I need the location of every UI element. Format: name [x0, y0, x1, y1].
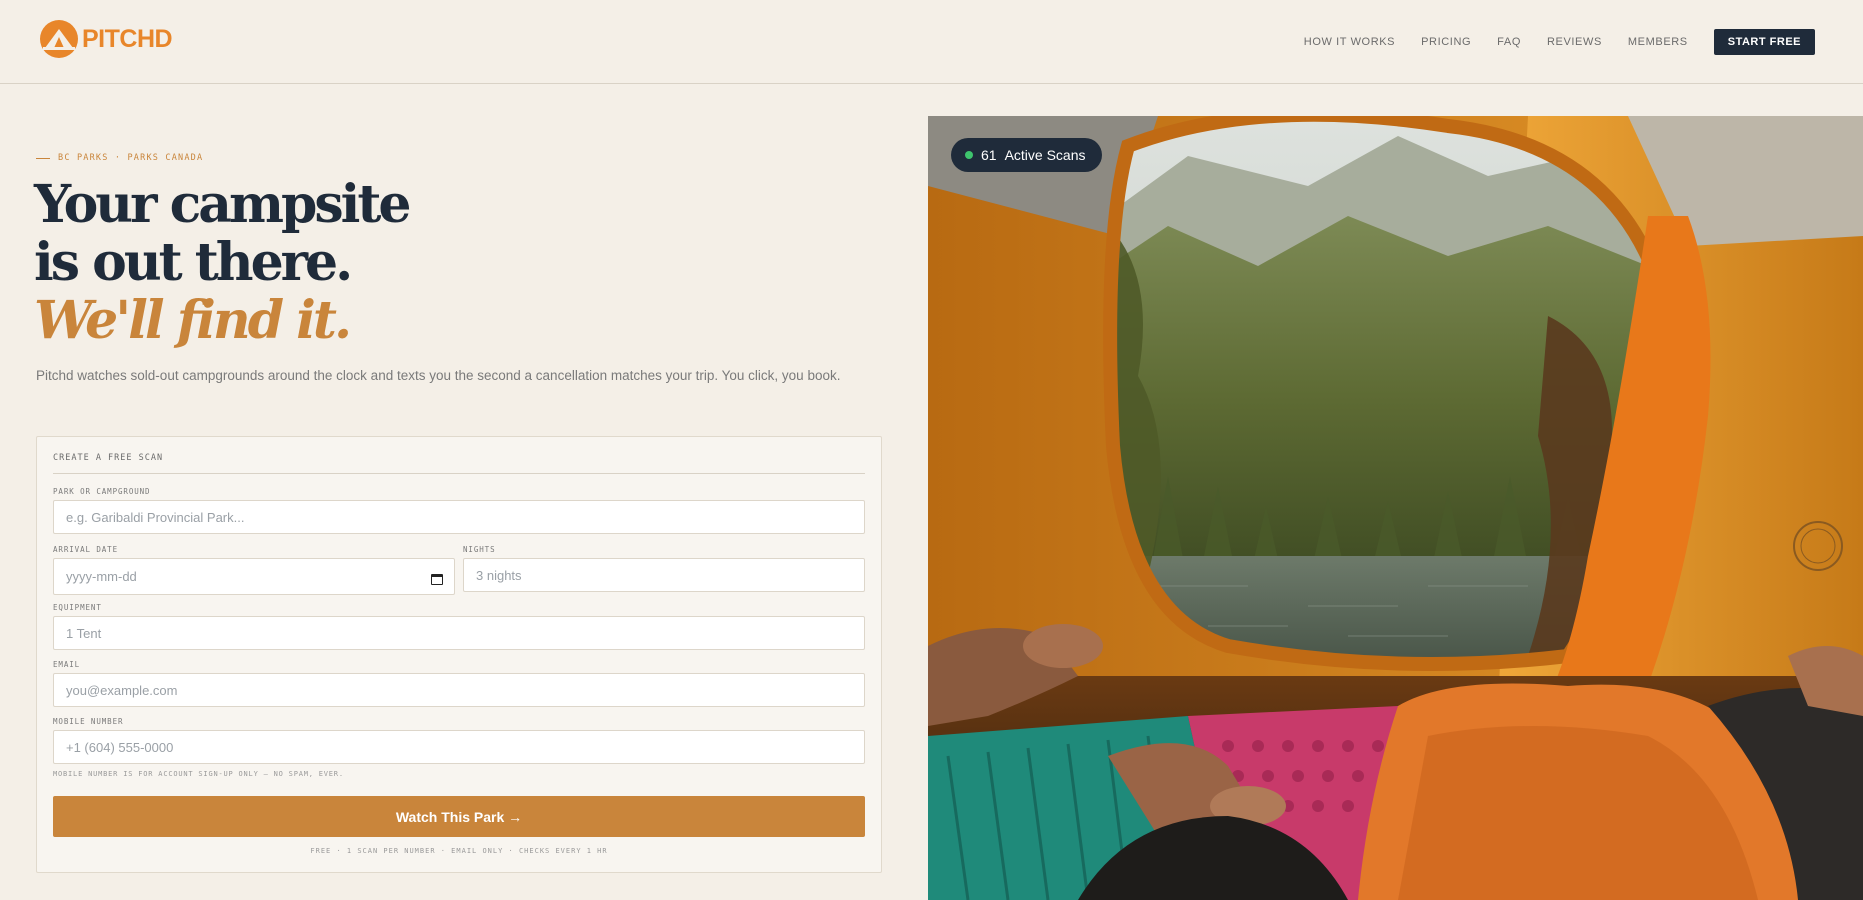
- arrival-field: ARRIVAL DATE: [53, 545, 455, 595]
- arrival-label: ARRIVAL DATE: [53, 545, 118, 554]
- mobile-input[interactable]: [53, 730, 865, 764]
- arrival-date-wrapper: [53, 558, 455, 595]
- park-label: PARK OR CAMPGROUND: [53, 487, 151, 496]
- mobile-label: MOBILE NUMBER: [53, 717, 124, 726]
- form-footnote: FREE · 1 SCAN PER NUMBER · EMAIL ONLY · …: [310, 847, 608, 855]
- form-title: CREATE A FREE SCAN: [53, 453, 865, 474]
- headline-line-1: Your campsite: [34, 174, 411, 235]
- nav-how-it-works[interactable]: HOW IT WORKS: [1304, 36, 1395, 48]
- headline-line-2: is out there.: [34, 232, 353, 293]
- live-status-dot-icon: [965, 151, 973, 159]
- nights-field: NIGHTS: [463, 545, 865, 595]
- active-scans-count: 61: [981, 147, 997, 163]
- park-input[interactable]: [53, 500, 865, 534]
- site-header: PITCHD HOW IT WORKS PRICING FAQ REVIEWS …: [0, 0, 1863, 84]
- nav-members[interactable]: MEMBERS: [1628, 36, 1688, 48]
- tent-view-illustration: [928, 116, 1863, 900]
- mobile-helper-text: MOBILE NUMBER IS FOR ACCOUNT SIGN-UP ONL…: [53, 770, 344, 778]
- watch-park-button[interactable]: Watch This Park →: [53, 796, 865, 837]
- headline-accent: We'll find it.: [34, 290, 352, 351]
- nav-faq[interactable]: FAQ: [1497, 36, 1521, 48]
- trip-row: ARRIVAL DATE NIGHTS: [53, 545, 865, 595]
- eyebrow-rule: [36, 157, 50, 159]
- brand-name: PITCHD: [82, 24, 173, 53]
- email-input[interactable]: [53, 673, 865, 707]
- nav-reviews[interactable]: REVIEWS: [1547, 36, 1602, 48]
- hero-eyebrow: BC PARKS · PARKS CANADA: [36, 153, 203, 163]
- arrival-date-input[interactable]: [53, 558, 455, 595]
- email-label: EMAIL: [53, 660, 81, 669]
- hero-lead: Pitchd watches sold-out campgrounds arou…: [36, 368, 841, 383]
- scan-form: CREATE A FREE SCAN PARK OR CAMPGROUND AR…: [36, 436, 882, 873]
- active-scans-label: Active Scans: [1004, 147, 1086, 163]
- nights-label: NIGHTS: [463, 545, 496, 554]
- calendar-icon[interactable]: [431, 574, 443, 585]
- tent-logo-icon: [40, 20, 78, 58]
- brand-logo[interactable]: PITCHD: [38, 18, 173, 60]
- main-nav: HOW IT WORKS PRICING FAQ REVIEWS MEMBERS…: [1278, 0, 1863, 84]
- nav-pricing[interactable]: PRICING: [1421, 36, 1471, 48]
- hero-headline: Your campsite is out there. We'll find i…: [34, 174, 411, 351]
- park-field: PARK OR CAMPGROUND: [53, 487, 865, 534]
- equipment-select[interactable]: [53, 616, 865, 650]
- mobile-field: MOBILE NUMBER: [53, 717, 865, 764]
- email-field: EMAIL: [53, 660, 865, 707]
- hero-photo: [928, 116, 1863, 900]
- start-free-button[interactable]: START FREE: [1713, 29, 1815, 55]
- equipment-field: EQUIPMENT: [53, 603, 865, 650]
- nights-input[interactable]: [463, 558, 865, 592]
- eyebrow-text: BC PARKS · PARKS CANADA: [58, 153, 204, 163]
- active-scans-badge: 61 Active Scans: [951, 138, 1102, 172]
- equipment-label: EQUIPMENT: [53, 603, 102, 612]
